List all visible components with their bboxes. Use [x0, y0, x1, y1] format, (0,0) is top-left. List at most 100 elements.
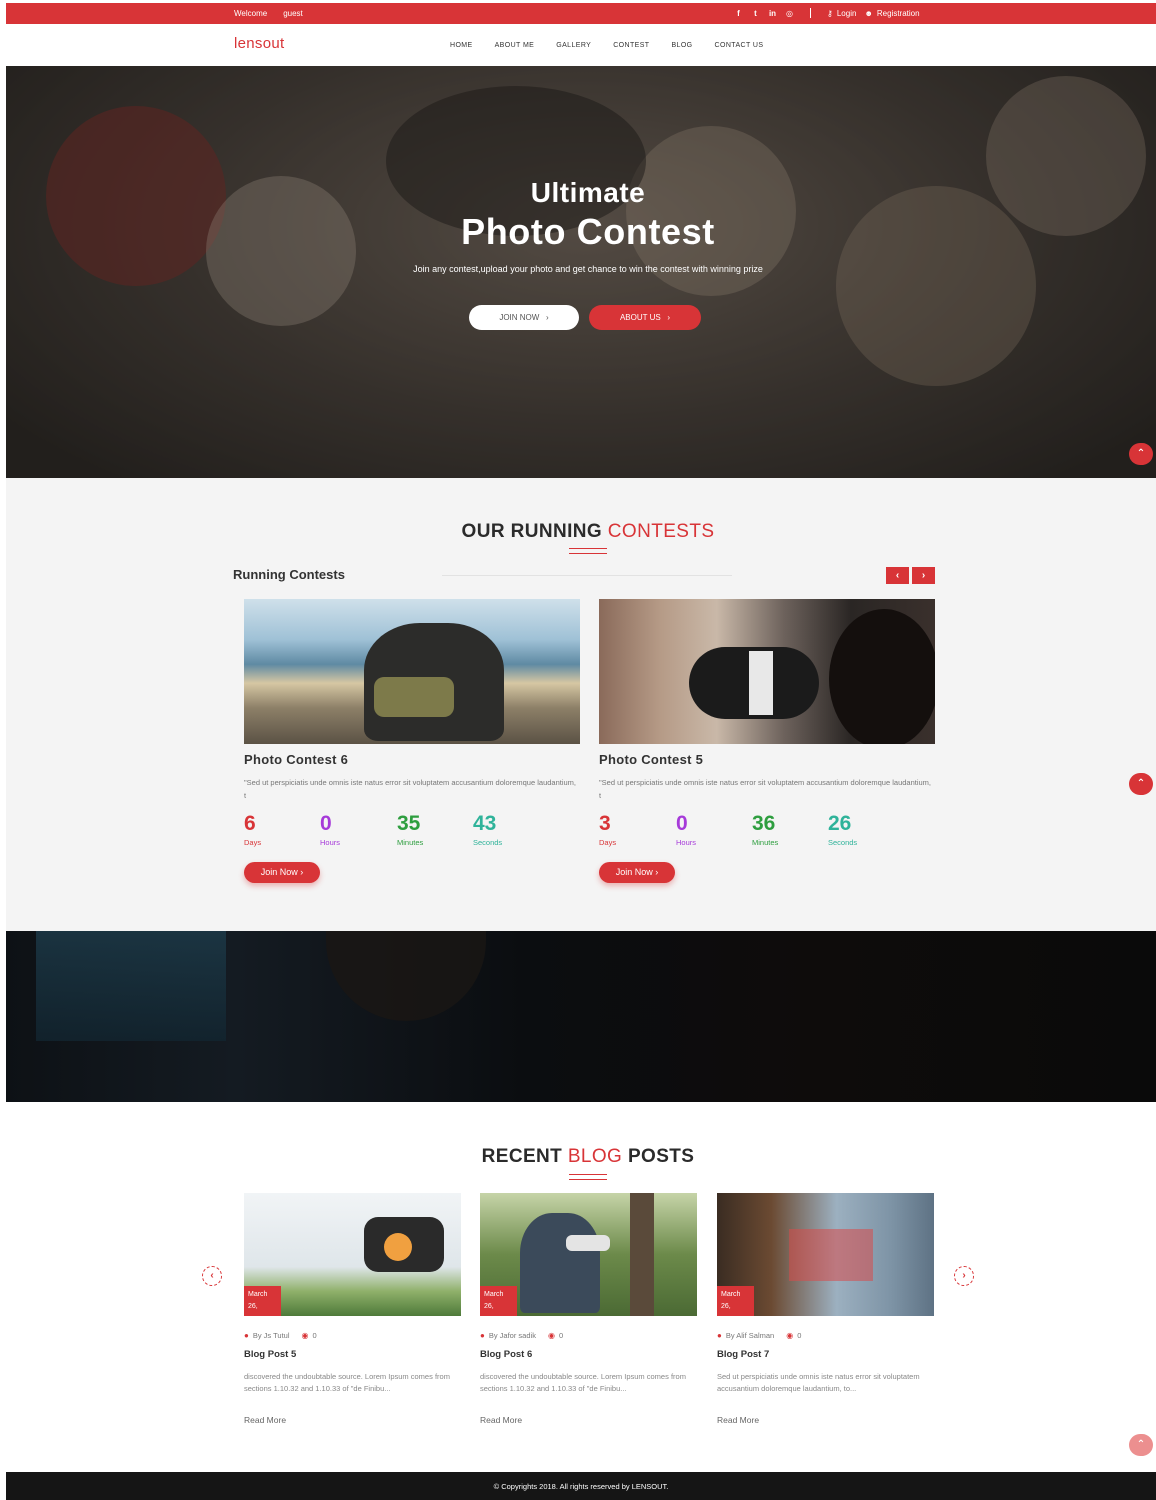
join-now-button[interactable]: JOIN NOW ›: [469, 305, 579, 330]
countdown-value: 36: [752, 812, 776, 835]
date-day: 26,: [248, 1303, 258, 1310]
date-month: March: [248, 1291, 268, 1298]
contest-5-title[interactable]: Photo Contest 5: [599, 752, 703, 767]
blog-post-7-title[interactable]: Blog Post 7: [717, 1349, 769, 1360]
user-icon: ●: [717, 1331, 722, 1340]
scroll-top-button[interactable]: ⌃: [1129, 443, 1153, 465]
contest-6-title[interactable]: Photo Contest 6: [244, 752, 348, 767]
post-views: 0: [558, 1331, 564, 1340]
countdown-value: 0: [320, 812, 332, 835]
eye-icon: ◉: [547, 1331, 555, 1340]
contest-6-description: "Sed ut perspiciatis unde omnis iste nat…: [244, 778, 576, 800]
instagram-icon[interactable]: ◎: [785, 9, 794, 18]
countdown-value: 3: [599, 812, 611, 835]
countdown-seconds: 26 Seconds: [828, 812, 904, 847]
running-contests-section: OUR RUNNING CONTESTS Running Contests ‹ …: [6, 478, 1156, 931]
contest-5-join-button[interactable]: Join Now ›: [599, 862, 675, 883]
post-6-photographer: [520, 1213, 600, 1313]
registration-link[interactable]: ☻ Registration: [864, 9, 919, 18]
site-logo[interactable]: lensout: [234, 35, 284, 52]
post-author: By Js Tutul: [252, 1331, 290, 1340]
blog-title-part1: RECENT: [481, 1146, 563, 1167]
blog-next-button[interactable]: ›: [954, 1266, 974, 1286]
countdown-value: 26: [828, 812, 852, 835]
blog-post-7-image[interactable]: March 26,: [717, 1193, 934, 1316]
contest-5-image[interactable]: [599, 599, 935, 744]
blog-post-7-meta: ● By Alif Salman ◉ 0: [717, 1331, 801, 1340]
users-icon: ☻: [864, 8, 873, 18]
contest-5-hair: [829, 609, 935, 744]
nav-item-about-me[interactable]: ABOUT ME: [495, 42, 535, 49]
welcome-text: Welcome guest: [234, 9, 303, 18]
footer: © Copyrights 2018. All rights reserved b…: [6, 1472, 1156, 1500]
chevron-right-icon: ›: [297, 867, 304, 877]
chevron-right-icon: ›: [662, 313, 671, 322]
post-views: 0: [312, 1331, 317, 1340]
contests-title-main: OUR RUNNING: [461, 521, 603, 542]
about-us-button[interactable]: ABOUT US ›: [589, 305, 701, 330]
login-label: Login: [836, 8, 857, 18]
nav-item-home[interactable]: HOME: [450, 42, 473, 49]
date-month: March: [484, 1291, 504, 1298]
blog-post-5-image[interactable]: March 26,: [244, 1193, 461, 1316]
contest-5-lens-ring: [749, 651, 773, 715]
blog-post-6-image[interactable]: March 26,: [480, 1193, 697, 1316]
nav-item-contact-us[interactable]: CONTACT US: [715, 42, 764, 49]
user-name[interactable]: guest: [283, 9, 303, 18]
parallax-banner: [6, 931, 1156, 1102]
blog-post-6-read-more[interactable]: Read More: [480, 1415, 522, 1425]
banner-figure: [326, 931, 486, 1021]
contest-5-description: "Sed ut perspiciatis unde omnis iste nat…: [599, 778, 931, 800]
date-badge: March 26,: [717, 1286, 754, 1316]
post-author: By Alif Salman: [725, 1331, 775, 1340]
blog-post-5-read-more[interactable]: Read More: [244, 1415, 286, 1425]
join-now-label: Join Now: [260, 867, 298, 877]
copyright-text: © Copyrights 2018. All rights reserved b…: [493, 1482, 669, 1491]
countdown-label: Days: [244, 838, 262, 847]
chevron-right-icon: ›: [541, 313, 549, 322]
date-day: 26,: [721, 1303, 731, 1310]
main-nav: HOME ABOUT ME GALLERY CONTEST BLOG CONTA…: [450, 42, 785, 49]
countdown-hours: 0 Hours: [320, 812, 396, 847]
contests-next-button[interactable]: ›: [912, 567, 935, 584]
twitter-icon[interactable]: t: [751, 9, 760, 18]
blog-post-5-excerpt: discovered the undoubtable source. Lorem…: [244, 1372, 450, 1393]
contest-6-image[interactable]: [244, 599, 580, 744]
scroll-top-button[interactable]: ⌃: [1129, 773, 1153, 795]
user-icon: ●: [480, 1331, 485, 1340]
contests-section-title: OUR RUNNING CONTESTS: [6, 521, 1156, 543]
countdown-minutes: 35 Minutes: [397, 812, 473, 847]
about-us-label: ABOUT US: [619, 313, 661, 322]
date-badge: March 26,: [480, 1286, 517, 1316]
eye-icon: ◉: [301, 1331, 309, 1340]
countdown-value: 0: [676, 812, 688, 835]
blog-post-5-meta: ● By Js Tutul ◉ 0: [244, 1331, 317, 1340]
contest-6-join-button[interactable]: Join Now ›: [244, 862, 320, 883]
countdown-label: Days: [599, 838, 617, 847]
banner-window: [36, 931, 226, 1041]
countdown-value: 43: [473, 812, 497, 835]
login-link[interactable]: ⚷ Login: [827, 9, 856, 18]
contests-prev-button[interactable]: ‹: [886, 567, 909, 584]
hero-banner: Ultimate Photo Contest Join any contest,…: [6, 66, 1156, 478]
nav-item-blog[interactable]: BLOG: [671, 42, 692, 49]
facebook-icon[interactable]: f: [734, 9, 743, 18]
divider: [810, 8, 811, 18]
contests-title-accent: CONTESTS: [607, 521, 715, 542]
nav-item-gallery[interactable]: GALLERY: [556, 42, 591, 49]
hero-subtitle: Join any contest,upload your photo and g…: [413, 264, 763, 274]
countdown-days: 3 Days: [599, 812, 675, 847]
countdown-label: Hours: [676, 838, 697, 847]
blog-post-6-title[interactable]: Blog Post 6: [480, 1349, 532, 1360]
blog-post-5-title[interactable]: Blog Post 5: [244, 1349, 296, 1360]
blog-post-7-read-more[interactable]: Read More: [717, 1415, 759, 1425]
nav-item-contest[interactable]: CONTEST: [613, 42, 649, 49]
post-6-tree: [630, 1193, 654, 1316]
blog-prev-button[interactable]: ‹: [202, 1266, 222, 1286]
countdown-label: Seconds: [473, 838, 503, 847]
welcome-label: Welcome: [234, 9, 268, 18]
scroll-top-button[interactable]: ⌃: [1129, 1434, 1153, 1456]
countdown-value: 6: [244, 812, 256, 835]
linkedin-icon[interactable]: in: [768, 9, 777, 18]
post-5-lens-glow: [384, 1233, 412, 1261]
